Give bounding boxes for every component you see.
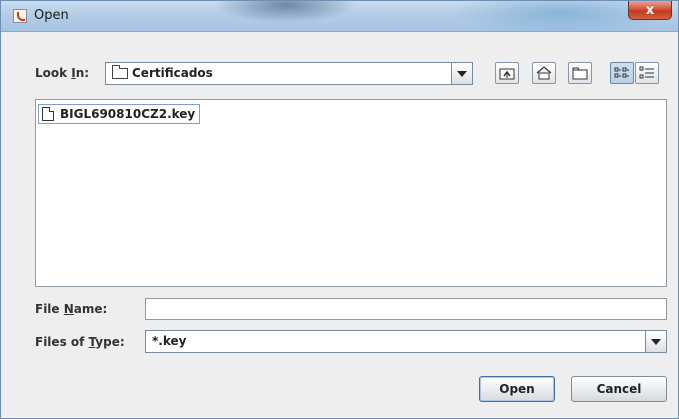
details-view-icon <box>639 66 654 79</box>
list-view-icon <box>614 67 629 78</box>
open-button[interactable]: Open <box>479 376 555 402</box>
new-folder-icon <box>572 67 588 80</box>
file-name-label-pre: File <box>35 302 64 316</box>
list-item[interactable]: BIGL690810CZ2.key <box>38 104 201 124</box>
list-view-button[interactable] <box>610 62 634 84</box>
look-in-label-post: n: <box>75 66 90 80</box>
file-name-text: BIGL690810CZ2.key <box>60 107 196 121</box>
home-button[interactable] <box>532 62 556 84</box>
file-name-label-post: ame: <box>73 302 108 316</box>
files-of-type-label-pre: Files of <box>35 335 89 349</box>
up-one-level-button[interactable] <box>495 62 519 84</box>
open-dialog: Open x Look In: Certificados BIGL690810C… <box>0 0 679 419</box>
files-of-type-label: Files of Type: <box>35 335 125 349</box>
new-folder-button[interactable] <box>568 62 592 84</box>
look-in-label-pre: Look <box>35 66 72 80</box>
cancel-button[interactable]: Cancel <box>571 376 667 402</box>
chevron-down-icon <box>457 70 467 77</box>
chevron-down-icon <box>651 338 661 345</box>
file-list[interactable]: BIGL690810CZ2.key <box>35 99 667 287</box>
look-in-label: Look In: <box>35 66 89 80</box>
folder-icon <box>112 65 128 79</box>
close-button[interactable]: x <box>628 1 672 20</box>
home-icon <box>536 66 552 80</box>
file-name-input[interactable] <box>145 298 667 320</box>
files-of-type-dropdown-button[interactable] <box>645 331 666 352</box>
window-title: Open <box>34 8 69 23</box>
java-app-icon <box>13 9 27 23</box>
title-bar[interactable]: Open x <box>1 1 678 32</box>
files-of-type-value: *.key <box>152 334 187 348</box>
files-of-type-combo[interactable]: *.key <box>145 330 667 353</box>
look-in-combo[interactable]: Certificados <box>105 62 473 85</box>
file-icon <box>42 107 54 121</box>
file-name-label: File Name: <box>35 302 107 316</box>
look-in-dropdown-button[interactable] <box>451 63 472 84</box>
look-in-value: Certificados <box>132 66 213 80</box>
details-view-button[interactable] <box>635 62 659 84</box>
files-of-type-label-post: ype: <box>95 335 125 349</box>
up-one-level-icon <box>499 68 515 80</box>
file-name-label-mnemonic: N <box>63 302 74 316</box>
